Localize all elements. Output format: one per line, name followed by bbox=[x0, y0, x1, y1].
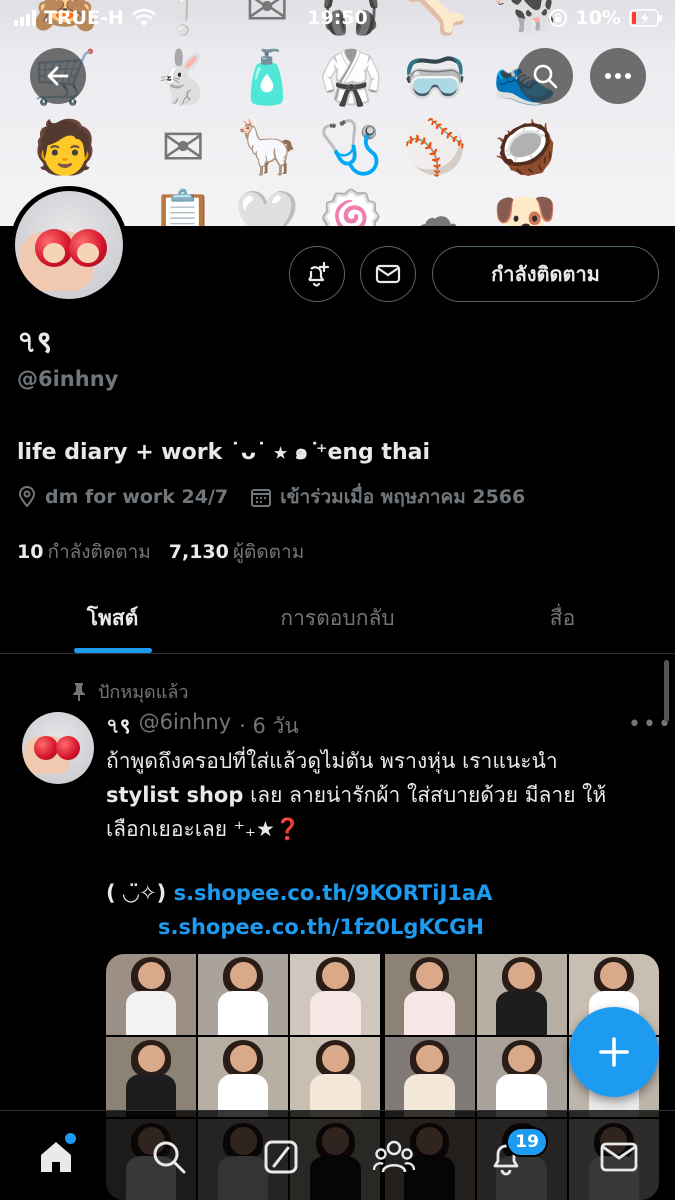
envelope-icon bbox=[375, 264, 401, 284]
plus-icon bbox=[599, 1037, 629, 1067]
calendar-icon bbox=[251, 489, 272, 507]
media-tile bbox=[198, 954, 289, 1035]
more-options-button[interactable] bbox=[590, 48, 646, 104]
battery-percent: 10% bbox=[575, 7, 621, 29]
tab-replies[interactable]: การตอบกลับ bbox=[225, 584, 450, 653]
banner-emoji: 🍥 bbox=[318, 188, 384, 226]
banner-emoji: 🦙 bbox=[234, 118, 300, 178]
tab-media[interactable]: สื่อ bbox=[450, 584, 675, 653]
post-link-2[interactable]: s.shopee.co.th/1fz0LgKCGH bbox=[158, 915, 484, 939]
profile-avatar[interactable] bbox=[10, 186, 128, 304]
media-tile bbox=[106, 1036, 197, 1118]
post-text-line-2-rest: เลย ลายน่ารักผ้า ใส่สบายด้วย มีลาย ให้ bbox=[243, 783, 607, 807]
avatar-figure-2 bbox=[56, 736, 80, 760]
profile-tabs: โพสต์ การตอบกลับ สื่อ bbox=[0, 584, 675, 654]
media-tile bbox=[290, 954, 381, 1035]
banner-emoji: 🐇 bbox=[150, 48, 216, 108]
banner-emoji: 🥋 bbox=[318, 48, 384, 108]
followers-count: 7,130 bbox=[168, 541, 229, 563]
banner-emoji: 🩺 bbox=[318, 118, 384, 178]
post-text-shop-name: stylist shop bbox=[106, 783, 244, 807]
orientation-lock-icon bbox=[548, 9, 567, 27]
banner-emoji: ✉ bbox=[161, 118, 205, 178]
envelope-icon bbox=[600, 1142, 638, 1172]
profile-location: dm for work 24/7 bbox=[45, 486, 229, 508]
following-label: กำลังติดตาม bbox=[47, 541, 151, 563]
banner-emoji: 🥥 bbox=[492, 118, 558, 178]
following-button[interactable]: กำลังติดตาม bbox=[432, 246, 659, 302]
post-author-name[interactable]: ৭९ bbox=[106, 710, 131, 745]
media-tile bbox=[476, 1036, 567, 1118]
profile-meta: dm for work 24/7 เข้าร่วมเมื่อ พฤษภาคม 2… bbox=[17, 482, 547, 512]
message-button[interactable] bbox=[360, 246, 416, 302]
nav-messages[interactable] bbox=[595, 1133, 643, 1181]
post-text-line-1: ถ้าพูดถึงครอปที่ใส่แล้วดูไม่ตัน พรางหุ่น… bbox=[106, 749, 558, 773]
nav-search[interactable] bbox=[145, 1133, 193, 1181]
compose-button[interactable] bbox=[569, 1007, 659, 1097]
banner-emoji: 🐶 bbox=[492, 188, 558, 226]
pin-icon bbox=[73, 682, 85, 701]
pinned-indicator: ปักหมุดแล้ว bbox=[72, 677, 188, 706]
banner-emoji: ☁ bbox=[409, 188, 461, 226]
following-count: 10 bbox=[17, 541, 44, 563]
banner-emoji: 🥽 bbox=[402, 48, 468, 108]
banner-emoji: 🤍 bbox=[234, 188, 300, 226]
arrow-left-icon bbox=[47, 66, 69, 86]
back-button[interactable] bbox=[30, 48, 86, 104]
nav-notifications[interactable]: 19 bbox=[482, 1127, 548, 1181]
status-bar: TRUE-H 19:50 10% bbox=[0, 0, 675, 36]
media-tile bbox=[198, 1036, 289, 1118]
post-links: ( ◡̈✧) s.shopee.co.th/9KORTiJ1aA s.shope… bbox=[106, 876, 492, 944]
search-icon bbox=[153, 1141, 186, 1174]
tab-posts[interactable]: โพสต์ bbox=[0, 584, 225, 653]
bottom-nav: 19 bbox=[0, 1110, 675, 1200]
followers-link[interactable]: 7,130 ผู้ติดตาม bbox=[169, 537, 304, 567]
search-button[interactable] bbox=[517, 48, 573, 104]
post-time: · 6 วัน bbox=[239, 714, 299, 738]
nav-home[interactable] bbox=[32, 1133, 80, 1181]
media-tile bbox=[290, 1036, 381, 1118]
post-avatar[interactable] bbox=[22, 712, 94, 784]
post-text-line-2: stylist shop เลย ลายน่ารักผ้า ใส่สบายด้ว… bbox=[106, 778, 661, 812]
follow-counts: 10 กำลังติดตาม 7,130 ผู้ติดตาม bbox=[17, 537, 304, 567]
display-name: ৭९ bbox=[17, 325, 53, 360]
banner-emoji: 📋 bbox=[150, 188, 216, 226]
search-icon bbox=[533, 64, 558, 89]
grok-icon bbox=[264, 1140, 298, 1174]
banner-emoji: ⚾ bbox=[402, 118, 468, 178]
communities-icon bbox=[372, 1140, 415, 1173]
banner-emoji: 🧴 bbox=[234, 48, 300, 108]
avatar-face-1 bbox=[43, 243, 65, 263]
post-author-handle[interactable]: @6inhny bbox=[139, 710, 232, 745]
pinned-label: ปักหมุดแล้ว bbox=[98, 682, 189, 703]
post-link-1[interactable]: s.shopee.co.th/9KORTiJ1aA bbox=[174, 881, 493, 905]
avatar-figure-1 bbox=[34, 736, 58, 760]
post-header: ৭९ @6inhny · 6 วัน bbox=[106, 710, 299, 745]
avatar-face-2 bbox=[77, 243, 99, 263]
post-text: ถ้าพูดถึงครอปที่ใส่แล้วดูไม่ตัน พรางหุ่น… bbox=[106, 744, 661, 846]
profile-joined: เข้าร่วมเมื่อ พฤษภาคม 2566 bbox=[280, 486, 526, 508]
followers-label: ผู้ติดตาม bbox=[232, 541, 305, 563]
media-tile bbox=[476, 954, 567, 1035]
scrollbar[interactable] bbox=[664, 660, 669, 722]
notification-badge: 19 bbox=[506, 1127, 548, 1157]
post-text-line-3: เลือกเยอะเลย ⁺₊★❓ bbox=[106, 817, 301, 841]
media-tile bbox=[106, 954, 197, 1035]
banner-emoji: 🧑 bbox=[32, 118, 98, 178]
following-link[interactable]: 10 กำลังติดตาม bbox=[17, 537, 151, 567]
profile-bio: life diary + work ˙ᴗ˙ ⭒ ๑ ͘⁺eng thai bbox=[17, 440, 430, 465]
location-pin-icon bbox=[18, 486, 36, 508]
battery-icon bbox=[629, 9, 662, 27]
media-tile bbox=[384, 1036, 475, 1118]
bell-plus-icon bbox=[308, 261, 330, 287]
nav-communities[interactable] bbox=[370, 1133, 418, 1181]
profile-handle: @6inhny bbox=[17, 367, 119, 391]
more-horizontal-icon bbox=[605, 73, 631, 79]
notify-button[interactable] bbox=[289, 246, 345, 302]
link-prefix: ( ◡̈✧) bbox=[106, 881, 167, 905]
nav-grok[interactable] bbox=[257, 1133, 305, 1181]
media-tile bbox=[384, 954, 475, 1035]
